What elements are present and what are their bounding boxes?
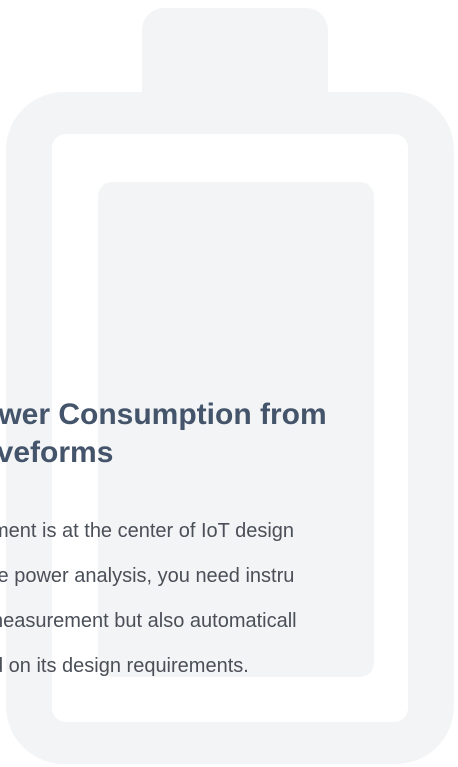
title-line: aveforms xyxy=(0,436,114,469)
body-line: te power analysis, you need instru xyxy=(0,565,295,587)
body-line: neasurement but also automaticall xyxy=(0,610,297,632)
body-line: ment is at the center of IoT design xyxy=(0,520,295,542)
title-line: ower Consumption from xyxy=(0,398,327,431)
body-line: d on its design requirements. xyxy=(0,655,249,677)
article-body: ment is at the center of IoT design te p… xyxy=(0,509,458,689)
article-content: ower Consumption from aveforms ment is a… xyxy=(0,0,458,767)
article-page: ower Consumption from aveforms ment is a… xyxy=(0,0,458,767)
article-title: ower Consumption from aveforms xyxy=(0,396,458,472)
